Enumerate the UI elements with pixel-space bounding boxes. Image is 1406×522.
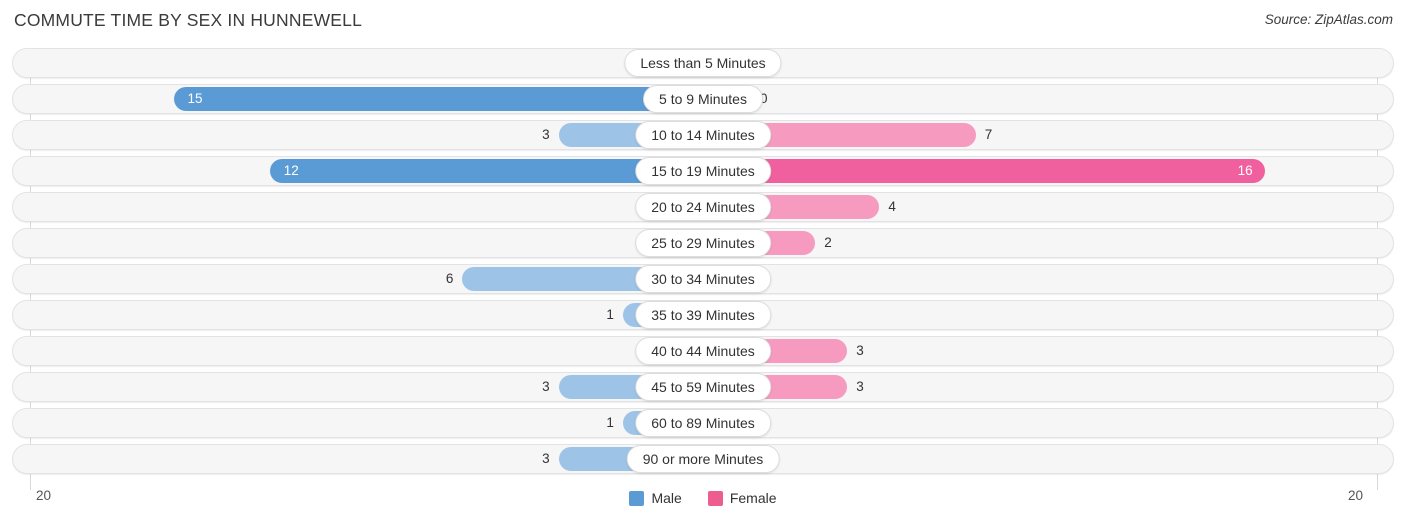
chart-plot-area: 00Less than 5 Minutes1505 to 9 Minutes37… — [0, 48, 1406, 490]
bar-row: 0 2 25 to 29 Minutes — [0, 228, 1406, 258]
category-label-pill: 25 to 29 Minutes — [635, 229, 771, 257]
legend-item-male[interactable]: Male — [629, 490, 682, 506]
category-label-pill: 35 to 39 Minutes — [635, 301, 771, 329]
bar-value-male: 0 — [0, 192, 646, 222]
bar-value-male: 0 — [0, 336, 646, 366]
category-label-pill: 60 to 89 Minutes — [635, 409, 771, 437]
legend-swatch-male-icon — [629, 490, 645, 506]
legend-swatch-female-icon — [707, 490, 723, 506]
bar-row: 12 16 15 to 19 Minutes — [0, 156, 1406, 186]
category-label-pill: 30 to 34 Minutes — [635, 265, 771, 293]
bar-value-female: 2 — [824, 235, 832, 250]
chart-page: COMMUTE TIME BY SEX IN HUNNEWELL Source:… — [0, 0, 1406, 522]
category-label-pill: 5 to 9 Minutes — [643, 85, 763, 113]
category-label-pill: 20 to 24 Minutes — [635, 193, 771, 221]
bar-value-male: 0 — [0, 48, 646, 78]
bar-male[interactable] — [173, 87, 703, 111]
bar-value-male: 3 — [542, 451, 550, 466]
bar-row: 00Less than 5 Minutes — [0, 48, 1406, 78]
bar-row: 1060 to 89 Minutes — [0, 408, 1406, 438]
bar-row: 6030 to 34 Minutes — [0, 264, 1406, 294]
bar-rows-container: 00Less than 5 Minutes1505 to 9 Minutes37… — [0, 48, 1406, 474]
bar-row: 0 4 20 to 24 Minutes — [0, 192, 1406, 222]
bar-value-female: 4 — [888, 199, 896, 214]
bar-row: 0 3 40 to 44 Minutes — [0, 336, 1406, 366]
category-label-pill: 10 to 14 Minutes — [635, 121, 771, 149]
bar-row: 15 0 5 to 9 Minutes — [0, 84, 1406, 114]
bar-row: 1035 to 39 Minutes — [0, 300, 1406, 330]
category-label-pill: 40 to 44 Minutes — [635, 337, 771, 365]
bar-value-female: 3 — [856, 379, 864, 394]
chart-footer: 20 20 Male Female — [0, 484, 1406, 522]
bar-value-male: 12 — [283, 163, 299, 178]
bar-value-female: 3 — [856, 343, 864, 358]
category-label-pill: 15 to 19 Minutes — [635, 157, 771, 185]
bar-row: 3 3 45 to 59 Minutes — [0, 372, 1406, 402]
category-label-pill: 45 to 59 Minutes — [635, 373, 771, 401]
bar-value-male: 3 — [542, 127, 550, 142]
bar-value-male: 1 — [606, 307, 614, 322]
category-label-pill: 90 or more Minutes — [626, 445, 780, 473]
chart-legend: Male Female — [0, 490, 1406, 506]
bar-female[interactable] — [703, 159, 1265, 183]
category-label-pill: Less than 5 Minutes — [624, 49, 782, 77]
legend-item-female[interactable]: Female — [707, 490, 777, 506]
bar-value-male: 1 — [606, 415, 614, 430]
bar-value-male: 3 — [542, 379, 550, 394]
bar-value-male: 0 — [0, 228, 646, 258]
bar-row: 3 7 10 to 14 Minutes — [0, 120, 1406, 150]
page-title: COMMUTE TIME BY SEX IN HUNNEWELL — [14, 10, 363, 30]
legend-label-male: Male — [651, 490, 682, 506]
bar-value-male: 6 — [445, 271, 454, 286]
bar-value-male: 15 — [187, 91, 203, 106]
bar-value-female: 7 — [984, 127, 993, 142]
chart-header: COMMUTE TIME BY SEX IN HUNNEWELL Source:… — [0, 0, 1406, 44]
bar-row: 3090 or more Minutes — [0, 444, 1406, 474]
source-attribution: Source: ZipAtlas.com — [1264, 12, 1393, 27]
legend-label-female: Female — [729, 490, 777, 506]
bar-value-female: 16 — [1237, 163, 1253, 178]
